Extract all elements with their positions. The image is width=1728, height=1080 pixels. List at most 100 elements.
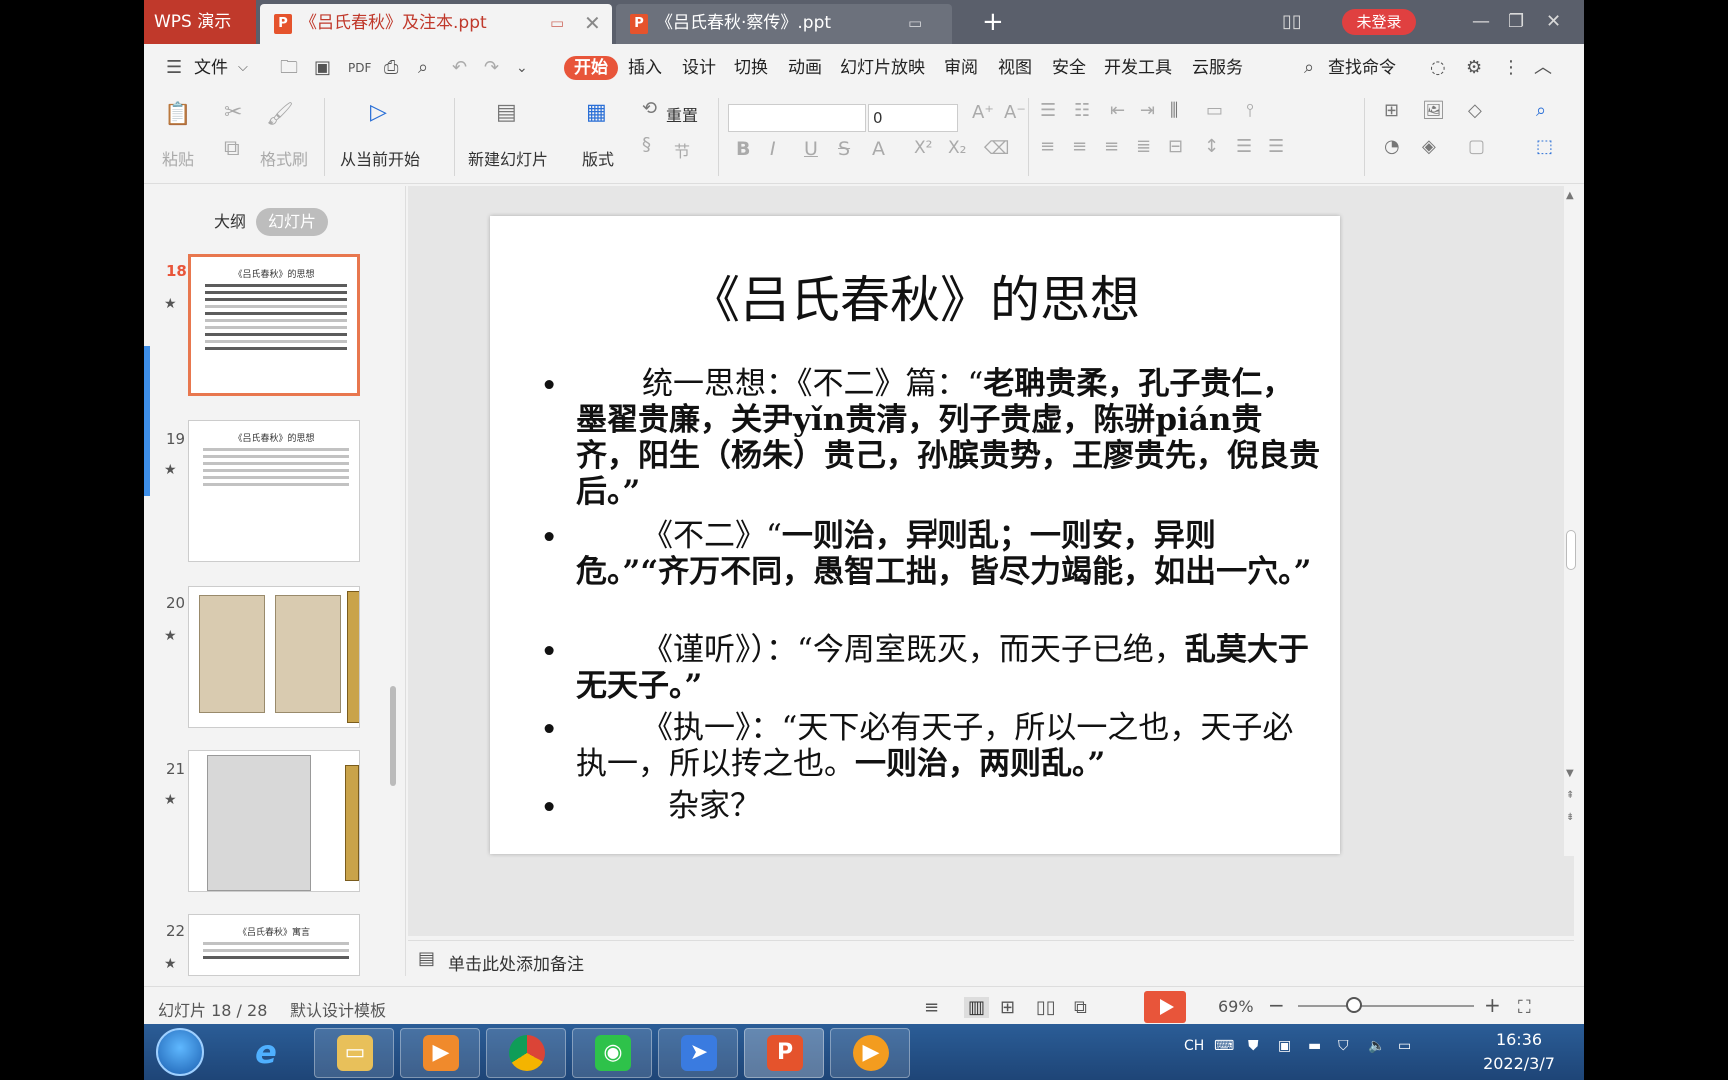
clear-format-icon[interactable]: ⌫: [984, 138, 1009, 159]
decrease-font-icon[interactable]: A⁻: [1004, 102, 1026, 123]
taskbar-app-explorer[interactable]: ▭: [314, 1028, 394, 1078]
font-size-select[interactable]: 0: [868, 104, 958, 132]
bullet-text-1[interactable]: 统一思想：《不二》篇：“老聃贵柔，孔子贵仁，墨翟贵廉，关尹yǐn贵清，列子贵虚，…: [576, 366, 1324, 510]
network-icon[interactable]: ▭: [1398, 1038, 1411, 1054]
layout-icon[interactable]: ▦: [586, 100, 607, 125]
bullet-text-3[interactable]: 《谨听》）：“今周室既灭，而天子已绝，乱莫大于无天子。”: [576, 632, 1324, 704]
menu-animation[interactable]: 动画: [788, 56, 822, 80]
new-tab-button[interactable]: +: [982, 2, 1004, 42]
menu-slideshow[interactable]: 幻灯片放映: [840, 56, 925, 80]
print-preview-icon[interactable]: ⌕: [418, 56, 428, 80]
paragraph-spacing-icon[interactable]: ☰: [1236, 136, 1252, 157]
fill-icon[interactable]: ◇: [1468, 100, 1482, 121]
taskbar-app-video[interactable]: ▶: [830, 1028, 910, 1078]
reset-icon[interactable]: ⟲: [642, 98, 657, 119]
text-box-insert-icon[interactable]: ⊞: [1384, 100, 1399, 121]
section-icon[interactable]: §: [642, 134, 651, 155]
slide-title[interactable]: 《吕氏春秋》的思想: [490, 260, 1340, 332]
file-menu[interactable]: 文件: [194, 56, 228, 80]
bullet-text-5[interactable]: 杂家？: [576, 788, 1324, 824]
zoom-in-icon[interactable]: +: [1484, 993, 1501, 1017]
close-window-icon[interactable]: ✕: [1546, 0, 1561, 44]
slide-thumbnail-18[interactable]: 《吕氏春秋》的思想: [188, 254, 360, 396]
reset-button[interactable]: 重置: [666, 102, 698, 126]
italic-icon[interactable]: I: [770, 138, 776, 160]
security-tray-icon[interactable]: ⛊: [1248, 1038, 1259, 1054]
superscript-icon[interactable]: X²: [914, 138, 932, 158]
menu-design[interactable]: 设计: [682, 56, 716, 80]
print-icon[interactable]: ⎙: [384, 56, 398, 80]
menu-view[interactable]: 视图: [998, 56, 1032, 80]
taskbar-app-chrome[interactable]: [486, 1028, 566, 1078]
section-button[interactable]: 节: [674, 138, 690, 162]
gear-icon[interactable]: ⚙: [1466, 56, 1482, 80]
ime-indicator[interactable]: CH: [1184, 1038, 1204, 1054]
cut-icon[interactable]: ✂: [224, 100, 242, 125]
taskbar-app-wechat[interactable]: ◉: [572, 1028, 652, 1078]
play-from-current-icon[interactable]: ▷: [370, 100, 387, 125]
increase-font-icon[interactable]: A⁺: [972, 102, 994, 123]
search-command[interactable]: 查找命令: [1328, 56, 1396, 80]
scroll-thumb[interactable]: [1566, 530, 1576, 570]
close-tab-icon[interactable]: ✕: [584, 4, 601, 42]
justify-icon[interactable]: ≣: [1136, 136, 1151, 157]
folder-tray-icon[interactable]: ▬: [1308, 1038, 1321, 1054]
layout-button[interactable]: 版式: [582, 146, 614, 170]
format-painter-button[interactable]: 格式刷: [260, 146, 308, 170]
arrange-icon[interactable]: ◈: [1422, 136, 1436, 157]
bold-icon[interactable]: B: [736, 138, 750, 160]
align-left-icon[interactable]: ≡: [1040, 136, 1055, 157]
new-slide-button[interactable]: 新建幻灯片: [468, 146, 548, 170]
login-button[interactable]: 未登录: [1342, 9, 1416, 35]
menu-transition[interactable]: 切换: [734, 56, 768, 80]
menu-developer[interactable]: 开发工具: [1104, 56, 1172, 80]
taskbar-app-ie[interactable]: e: [226, 1028, 306, 1078]
scroll-down-icon[interactable]: ▼: [1566, 768, 1574, 779]
numbering-icon[interactable]: ☷: [1074, 100, 1090, 121]
volume-icon[interactable]: 🔈: [1368, 1038, 1385, 1054]
font-color-icon[interactable]: A: [872, 138, 885, 160]
next-slide-icon[interactable]: ⇟: [1566, 812, 1574, 823]
tab-active-document[interactable]: P 《吕氏春秋》及注本.ppt ▭ ✕: [260, 4, 612, 44]
redo-icon[interactable]: ↷: [484, 56, 499, 80]
align-right-icon[interactable]: ≡: [1104, 136, 1119, 157]
bullet-text-4[interactable]: 《执一》：“天下必有天子，所以一之也，天子必执一，所以抟之也。一则治，两则乱。”: [576, 710, 1324, 782]
subscript-icon[interactable]: X₂: [948, 138, 966, 158]
undo-icon[interactable]: ↶: [452, 56, 467, 80]
pdf-icon[interactable]: PDF: [348, 56, 371, 80]
zoom-slider-knob[interactable]: [1346, 997, 1362, 1013]
taskbar-app-wps[interactable]: P: [744, 1028, 824, 1078]
paste-icon[interactable]: 📋: [164, 102, 191, 127]
keyboard-icon[interactable]: ⌨: [1214, 1038, 1234, 1054]
customize-icon[interactable]: ⌄: [516, 56, 528, 80]
tab-slides[interactable]: 幻灯片: [256, 208, 328, 236]
window-layout-icon[interactable]: ▯▯: [1282, 0, 1302, 44]
thumbnails-scrollbar[interactable]: [390, 686, 396, 786]
tab-outline[interactable]: 大纲: [214, 208, 246, 236]
zoom-level[interactable]: 69%: [1218, 997, 1254, 1016]
menu-security[interactable]: 安全: [1052, 56, 1086, 80]
menu-review[interactable]: 审阅: [944, 56, 978, 80]
chevron-down-icon[interactable]: ⌵: [238, 56, 248, 80]
bullets-icon[interactable]: ☰: [1040, 100, 1056, 121]
text-box-icon[interactable]: ▭: [1206, 100, 1223, 121]
text-direction-icon[interactable]: ⫯: [1246, 100, 1254, 121]
picture-icon[interactable]: 🖼: [1422, 100, 1445, 121]
play-slideshow-button[interactable]: [1144, 991, 1186, 1023]
slide-thumbnail-22[interactable]: 《吕氏春秋》寓言: [188, 914, 360, 976]
scroll-up-icon[interactable]: ▲: [1566, 190, 1574, 201]
indent-icon[interactable]: ⇥: [1140, 100, 1155, 121]
shield-tray-icon[interactable]: ⛉: [1338, 1038, 1349, 1054]
slide-sorter-icon[interactable]: ⊞: [1000, 997, 1015, 1018]
reading-view-icon[interactable]: ▯▯: [1036, 997, 1056, 1018]
new-slide-icon[interactable]: ▤: [496, 100, 517, 125]
panel-collapse-handle[interactable]: [144, 346, 150, 496]
hamburger-icon[interactable]: ☰: [166, 56, 182, 80]
line-spacing-icon[interactable]: ↕: [1204, 136, 1219, 157]
open-icon[interactable]: 🗀: [280, 56, 298, 80]
taskbar-app-feishu[interactable]: ➤: [658, 1028, 738, 1078]
underline-icon[interactable]: U: [804, 138, 818, 160]
workspace-scrollbar[interactable]: ▲ ▼ ⇞ ⇟: [1564, 186, 1578, 856]
app-tray-icon[interactable]: ▣: [1278, 1038, 1291, 1054]
outline-icon[interactable]: ▢: [1468, 136, 1485, 157]
